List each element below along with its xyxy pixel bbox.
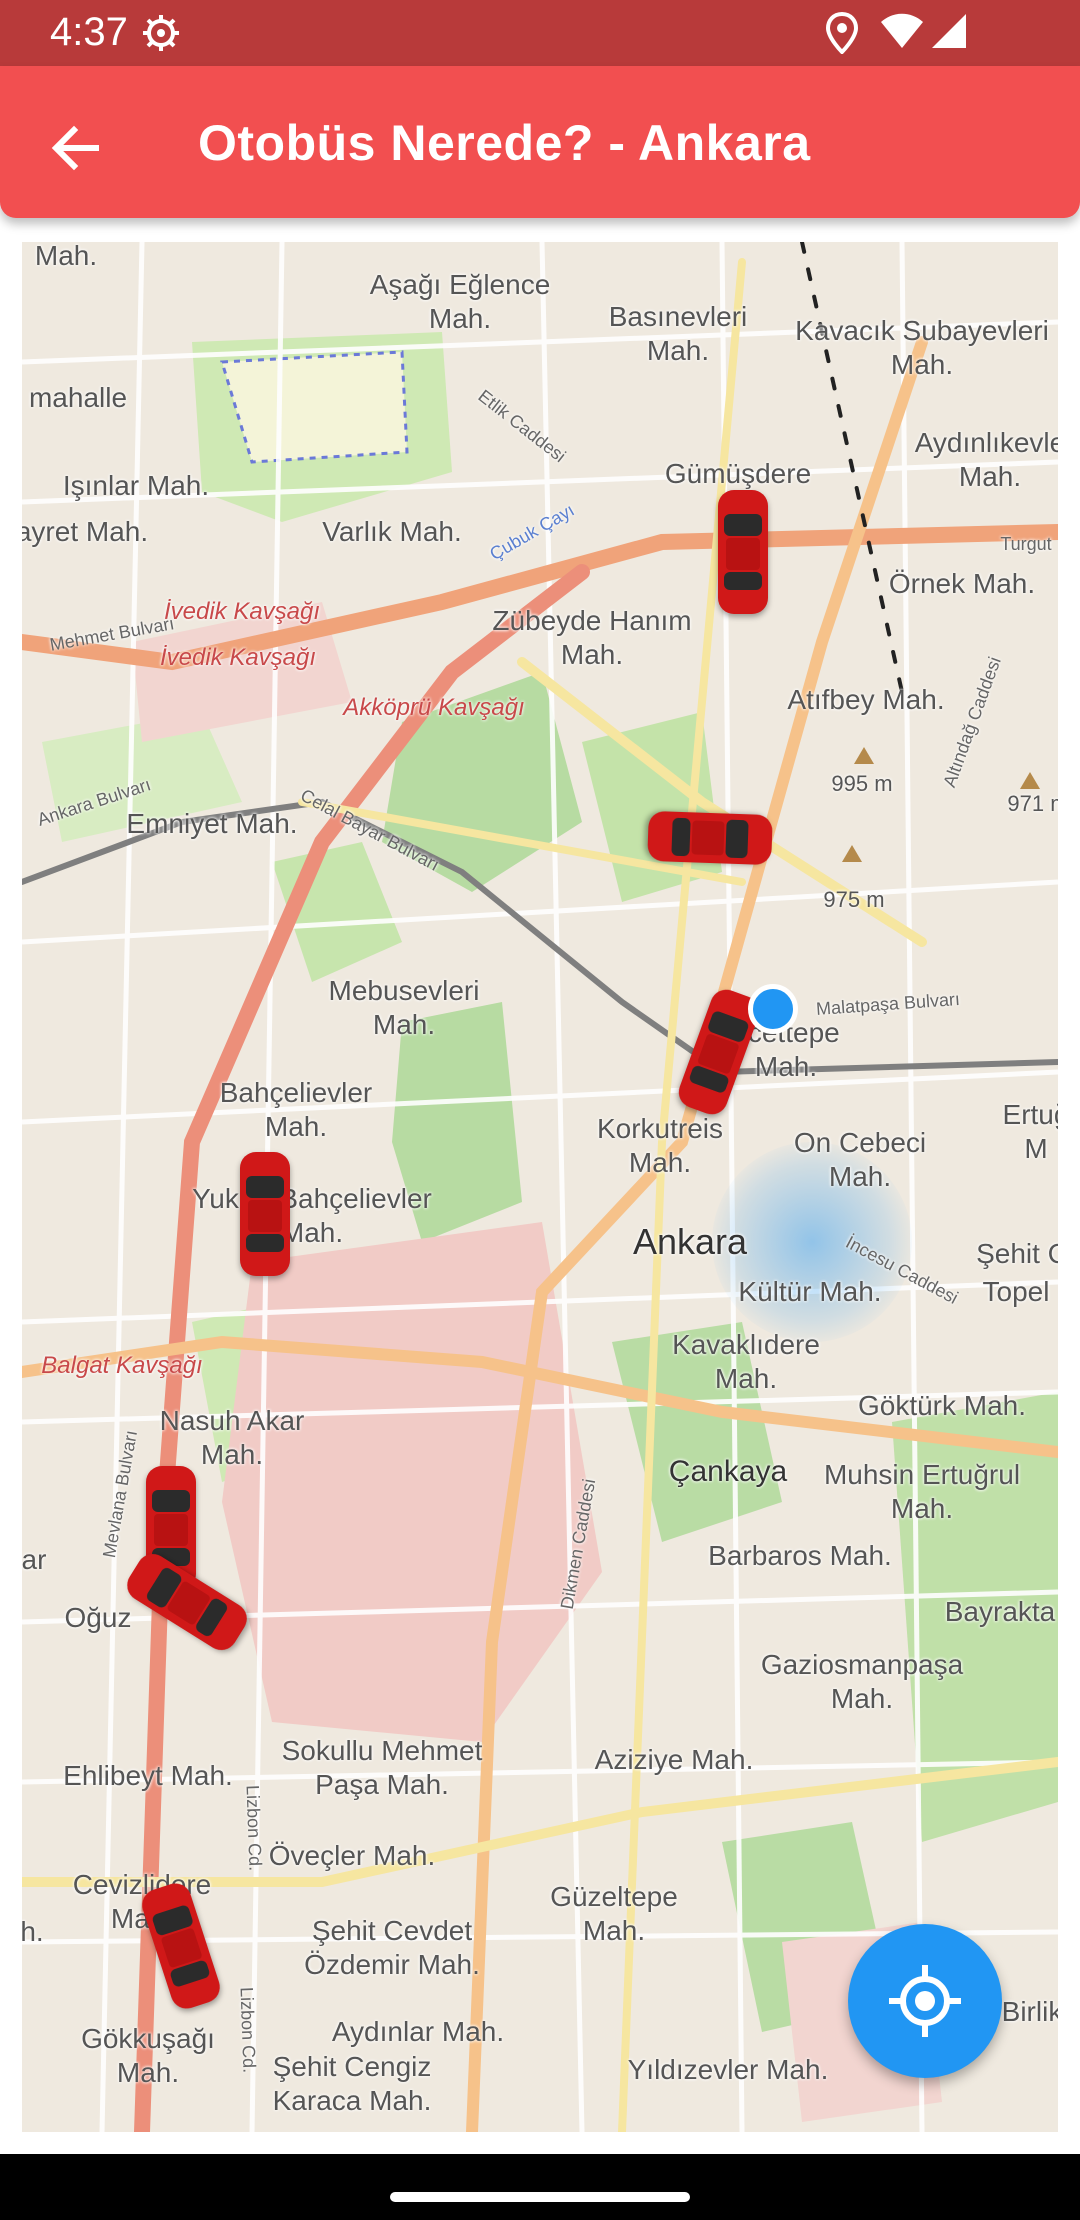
- map-label: Aziziye Mah.: [594, 1744, 754, 1775]
- map-label: Mebusevleri Mah.: [328, 975, 480, 1040]
- map-label: Kavaklıdere Mah.: [672, 1329, 820, 1394]
- system-navigation-bar: [0, 2154, 1080, 2220]
- map-label: Şehit Cengiz Karaca Mah.: [272, 2051, 432, 2116]
- page-title: Otobüs Nerede? - Ankara: [198, 115, 811, 171]
- map-label: Varlık Mah.: [322, 516, 462, 547]
- map-label: ayret Mah.: [22, 516, 149, 547]
- map-label: Örnek Mah.: [888, 568, 1036, 599]
- map-label: Atıfbey Mah.: [787, 684, 945, 715]
- status-bar: 4:37: [0, 0, 1080, 66]
- my-location-button[interactable]: [848, 1924, 1002, 2078]
- map-label: Aydınlar Mah.: [331, 2016, 505, 2047]
- home-indicator[interactable]: [390, 2192, 690, 2202]
- map-label: Ehlibeyt Mah.: [63, 1760, 233, 1791]
- signal-icon: [932, 14, 966, 48]
- status-time: 4:37: [50, 10, 128, 54]
- elevation-label: 971 m: [1007, 791, 1058, 816]
- map-label: Gümüşdere: [664, 458, 812, 489]
- junction-label: İvedik Kavşağı: [159, 644, 317, 671]
- map-label: On Cebeci Mah.: [793, 1127, 927, 1192]
- city-label: Ankara: [632, 1221, 748, 1262]
- map-label: Muhsin Ertuğrul Mah.: [823, 1459, 1021, 1524]
- current-location-dot: [748, 984, 798, 1034]
- map-label: ar: [22, 1544, 47, 1575]
- road-label: Lizbon Cd.: [242, 1784, 266, 1872]
- gear-icon: [143, 15, 179, 51]
- bus-marker[interactable]: [716, 488, 770, 616]
- map-label: Barbaros Mah.: [708, 1540, 892, 1571]
- elevation-label: 975 m: [823, 887, 885, 912]
- map-label: Gaziosmanpaşa Mah.: [760, 1649, 964, 1714]
- map-label: Basınevleri Mah.: [608, 301, 748, 366]
- map-label: Ertuğ M: [1002, 1099, 1058, 1164]
- arrow-left-icon[interactable]: [44, 116, 108, 180]
- map-label: Mah.: [34, 242, 98, 271]
- road-label: Turgut: [1000, 534, 1052, 554]
- map-label: Kavacık Subayevleri Mah.: [795, 315, 1049, 380]
- map-label: Işınlar Mah.: [62, 470, 210, 501]
- map-label: Gökkuşağı Mah.: [81, 2023, 215, 2088]
- map-label: Çankaya: [668, 1455, 788, 1488]
- map-label: Öveçler Mah.: [268, 1840, 436, 1871]
- map-label: Oğuz: [64, 1602, 132, 1633]
- map-label: Şehit Cevdet Özdemir Mah.: [304, 1915, 480, 1980]
- map-label: Nasuh Akar Mah.: [159, 1405, 305, 1470]
- map-label: Aydınlıkevle Mah.: [914, 427, 1058, 492]
- map-label: Güzeltepe Mah.: [550, 1881, 678, 1946]
- map-label: Göktürk Mah.: [857, 1390, 1027, 1421]
- map-view[interactable]: Mah. Aşağı Eğlence Mah. Basınevleri Mah.…: [22, 242, 1058, 2132]
- road-label: Lizbon Cd.: [236, 1986, 260, 2074]
- map-label: Topel: [982, 1276, 1050, 1307]
- junction-label: İvedik Kavşağı: [163, 598, 321, 625]
- map-label: Korkutreis Mah.: [596, 1113, 724, 1178]
- app-bar: Otobüs Nerede? - Ankara: [0, 66, 1080, 218]
- map-label: Kültür Mah.: [738, 1276, 882, 1307]
- wifi-icon: [881, 13, 923, 48]
- map-label: Aşağı Eğlence Mah.: [369, 269, 551, 334]
- map-label: Zübeyde Hanım Mah.: [492, 605, 692, 670]
- map-label: Yıldızevler Mah.: [627, 2054, 829, 2085]
- my-location-icon: [889, 1965, 961, 2037]
- map-label: Bahçelievler Mah.: [219, 1077, 373, 1142]
- map-label: Birlik: [1001, 1996, 1058, 2027]
- map-label: mahalle: [28, 382, 128, 413]
- map-label: Emniyet Mah.: [126, 808, 298, 839]
- junction-label: Balgat Kavşağı: [41, 1352, 203, 1379]
- map-label: h.: [22, 1916, 44, 1947]
- map-label: Sokullu Mehmet Paşa Mah.: [281, 1735, 483, 1800]
- junction-label: Akköprü Kavşağı: [343, 694, 525, 721]
- elevation-label: 995 m: [831, 771, 893, 796]
- map-label: Yukarı Bahçelievler Mah.: [192, 1183, 432, 1248]
- location-pin-icon: [826, 12, 858, 54]
- bus-marker[interactable]: [645, 809, 775, 867]
- map-label: Bayrakta: [944, 1596, 1056, 1627]
- map-label: Şehit C: [976, 1238, 1058, 1269]
- bus-marker[interactable]: [238, 1150, 292, 1278]
